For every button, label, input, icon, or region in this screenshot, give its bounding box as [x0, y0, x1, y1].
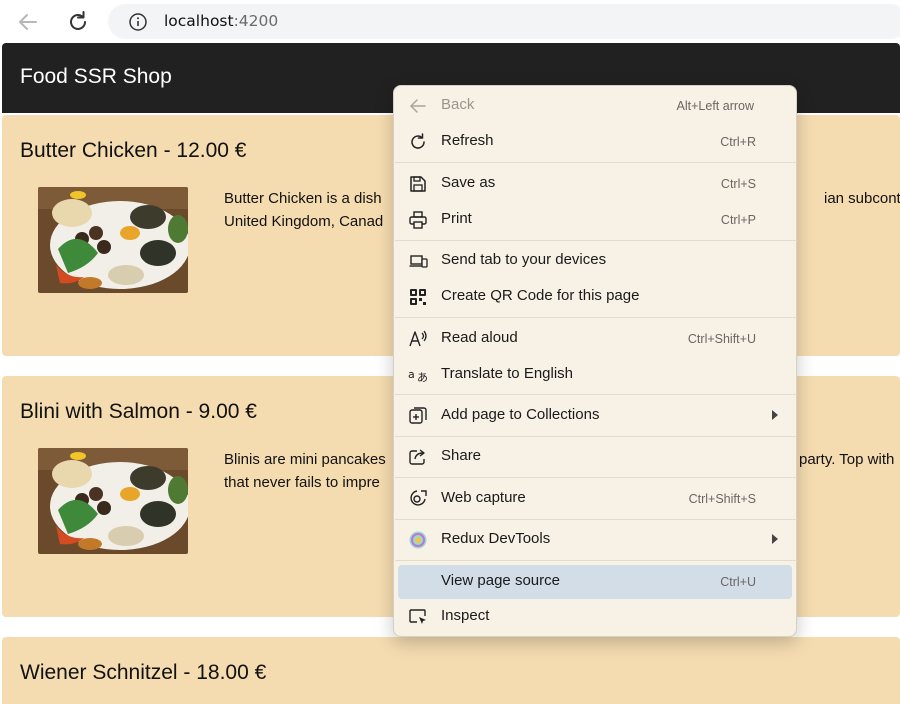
menu-item-view-page-source[interactable]: View page source Ctrl+U: [398, 565, 792, 599]
site-info-icon[interactable]: [128, 12, 148, 32]
menu-item-read-aloud[interactable]: Read aloud Ctrl+Shift+U: [398, 322, 792, 356]
menu-item-label: Inspect: [441, 607, 490, 624]
menu-separator: [395, 317, 797, 318]
menu-item-shortcut: Ctrl+Shift+S: [688, 492, 756, 506]
menu-item-label: View page source: [441, 572, 560, 589]
menu-item-shortcut: Ctrl+U: [720, 575, 756, 589]
menu-item-label: Create QR Code for this page: [441, 287, 640, 304]
product-description-tail: party. Top with: [799, 451, 895, 468]
menu-separator: [395, 240, 797, 241]
menu-item-web-capture[interactable]: Web capture Ctrl+Shift+S: [398, 482, 792, 516]
web-capture-icon: [408, 489, 428, 509]
context-menu: Back Alt+Left arrow Refresh Ctrl+R Save …: [393, 85, 797, 637]
menu-item-shortcut: Ctrl+P: [720, 213, 756, 227]
product-card: Wiener Schnitzel - 18.00 €: [2, 637, 900, 704]
product-image: [38, 187, 188, 293]
menu-item-label: Web capture: [441, 489, 526, 506]
menu-item-shortcut: Ctrl+Shift+U: [687, 332, 756, 346]
refresh-icon: [408, 132, 428, 152]
menu-item-label: Save as: [441, 174, 496, 191]
devices-icon: [408, 251, 428, 271]
svg-text:あ: あ: [417, 371, 428, 384]
read-aloud-icon: [408, 329, 428, 349]
back-arrow-icon: [408, 96, 428, 116]
refresh-icon[interactable]: [64, 8, 92, 36]
share-icon: [408, 447, 428, 467]
save-icon: [408, 174, 428, 194]
menu-item-label: Share: [441, 447, 482, 464]
menu-item-label: Refresh: [441, 132, 494, 149]
menu-item-qr-code[interactable]: Create QR Code for this page: [398, 280, 792, 314]
menu-item-shortcut: Alt+Left arrow: [676, 99, 754, 113]
printer-icon: [408, 210, 428, 230]
app-title: Food SSR Shop: [20, 65, 172, 88]
url-port: :4200: [233, 12, 279, 30]
menu-item-label: Add page to Collections: [441, 406, 600, 423]
address-bar[interactable]: localhost:4200: [108, 4, 900, 39]
address-url: localhost:4200: [164, 12, 278, 30]
menu-item-translate[interactable]: aあ Translate to English: [398, 358, 792, 392]
product-description-tail: ian subcontine: [824, 190, 900, 207]
menu-separator: [395, 436, 797, 437]
menu-separator: [395, 394, 797, 395]
menu-item-shortcut: Ctrl+S: [720, 177, 756, 191]
submenu-arrow-icon: [772, 410, 778, 420]
product-image: [38, 448, 188, 554]
menu-item-print[interactable]: Print Ctrl+P: [398, 203, 792, 237]
menu-separator: [395, 519, 797, 520]
translate-icon: aあ: [408, 365, 428, 385]
menu-item-shortcut: Ctrl+R: [720, 135, 756, 149]
menu-item-label: Read aloud: [441, 329, 518, 346]
menu-item-share[interactable]: Share: [398, 440, 792, 474]
menu-separator: [395, 162, 797, 163]
menu-separator: [395, 477, 797, 478]
submenu-arrow-icon: [772, 534, 778, 544]
product-title: Blini with Salmon - 9.00 €: [20, 400, 257, 423]
svg-text:a: a: [408, 368, 415, 381]
browser-toolbar: localhost:4200: [0, 0, 900, 43]
menu-separator: [395, 560, 797, 561]
menu-item-send-tab[interactable]: Send tab to your devices: [398, 244, 792, 278]
menu-item-label: Print: [441, 210, 472, 227]
menu-item-label: Redux DevTools: [441, 530, 551, 547]
menu-item-save-as[interactable]: Save as Ctrl+S: [398, 167, 792, 201]
back-arrow-icon[interactable]: [14, 9, 42, 35]
product-title: Butter Chicken - 12.00 €: [20, 139, 247, 162]
qr-code-icon: [408, 287, 428, 307]
redux-devtools-icon: [408, 530, 428, 550]
menu-item-label: Back: [441, 96, 475, 113]
menu-item-back[interactable]: Back Alt+Left arrow: [398, 89, 792, 123]
inspect-icon: [408, 607, 428, 627]
product-title: Wiener Schnitzel - 18.00 €: [20, 661, 267, 684]
menu-item-add-to-collections[interactable]: Add page to Collections: [398, 399, 792, 433]
menu-item-redux-devtools[interactable]: Redux DevTools: [398, 523, 792, 557]
url-host: localhost: [164, 12, 234, 30]
menu-item-label: Translate to English: [441, 365, 574, 382]
menu-item-inspect[interactable]: Inspect: [398, 600, 792, 634]
menu-item-label: Send tab to your devices: [441, 251, 607, 268]
collections-icon: [408, 406, 428, 426]
menu-item-refresh[interactable]: Refresh Ctrl+R: [398, 125, 792, 159]
